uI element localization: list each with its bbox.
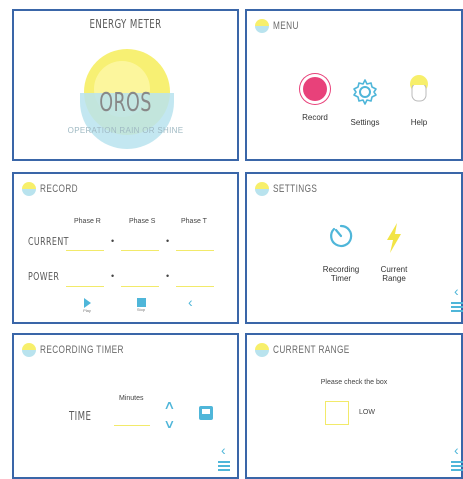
oros-logo-icon	[255, 19, 269, 33]
save-button[interactable]	[199, 406, 213, 420]
power-phase-t-field[interactable]	[176, 286, 214, 287]
settings-item-recording-timer[interactable]: Recording Timer	[311, 222, 371, 283]
minutes-input[interactable]	[114, 425, 150, 426]
record-header: RECORD	[22, 182, 91, 196]
play-button[interactable]: Play	[78, 298, 96, 313]
phase-s-label: Phase S	[129, 218, 156, 225]
settings-item-label-line1: Current	[380, 265, 408, 274]
gear-icon	[353, 79, 377, 105]
separator-dot: •	[111, 271, 115, 281]
separator-dot: •	[166, 236, 170, 246]
current-range-header: CURRENT RANGE	[255, 343, 375, 357]
menu-panel: MENU Record Settings Help	[245, 9, 463, 161]
menu-item-label: Settings	[350, 118, 380, 127]
menu-header: MENU	[255, 19, 307, 33]
settings-header: SETTINGS	[255, 182, 332, 196]
oros-logo-icon	[255, 182, 269, 196]
power-row-label: POWER	[28, 270, 60, 283]
lightning-icon	[387, 223, 401, 253]
stop-label: Stop	[136, 307, 146, 312]
timer-icon	[330, 224, 353, 248]
increment-button[interactable]: ∧	[163, 398, 175, 412]
separator-dot: •	[111, 236, 115, 246]
menu-item-help[interactable]: Help	[399, 73, 439, 127]
recording-timer-header: RECORDING TIMER	[22, 343, 152, 357]
back-chevron-icon[interactable]: ‹	[454, 284, 459, 298]
settings-panel: SETTINGS Recording Timer Current Range ‹	[245, 172, 463, 324]
decrement-button[interactable]: ∨	[163, 417, 175, 431]
oros-logo-icon	[255, 343, 269, 357]
minutes-label: Minutes	[119, 395, 144, 402]
back-chevron-icon[interactable]: ‹	[454, 443, 459, 457]
current-phase-s-field[interactable]	[121, 250, 159, 251]
instruction-text: Please check the box	[320, 379, 388, 386]
tagline: OPERATION RAIN OR SHINE	[67, 126, 184, 135]
power-phase-s-field[interactable]	[121, 286, 159, 287]
current-range-panel: CURRENT RANGE Please check the box LOW ‹	[245, 333, 463, 479]
phase-t-label: Phase T	[181, 218, 207, 225]
record-panel: RECORD Phase R Phase S Phase T CURRENT •…	[12, 172, 239, 324]
save-icon	[202, 409, 210, 414]
back-chevron-icon[interactable]: ‹	[188, 295, 193, 309]
menu-item-record[interactable]: Record	[295, 77, 335, 122]
current-phase-r-field[interactable]	[66, 250, 104, 251]
power-phase-r-field[interactable]	[66, 286, 104, 287]
oros-logo-icon	[22, 343, 36, 357]
current-phase-t-field[interactable]	[176, 250, 214, 251]
record-title: RECORD	[40, 183, 79, 195]
settings-title: SETTINGS	[273, 183, 318, 195]
menu-item-label: Help	[410, 118, 428, 127]
oros-logo-icon	[22, 182, 36, 196]
time-label: TIME	[69, 409, 92, 423]
hamburger-menu-icon[interactable]	[218, 459, 230, 473]
energy-meter-panel: ENERGY METER OROS OPERATION RAIN OR SHIN…	[12, 9, 239, 161]
record-circle-icon	[303, 77, 327, 101]
energy-meter-title: ENERGY METER	[89, 17, 162, 31]
separator-dot: •	[166, 271, 170, 281]
play-label: Play	[83, 308, 91, 313]
low-checkbox[interactable]	[325, 401, 349, 425]
recording-timer-panel: RECORDING TIMER Minutes TIME ∧ ∨ ‹	[12, 333, 239, 479]
settings-item-label-line2: Timer	[330, 274, 352, 283]
phase-r-label: Phase R	[74, 218, 101, 225]
stop-icon	[136, 298, 146, 307]
oros-brand-text: OROS	[99, 88, 152, 118]
current-row-label: CURRENT	[28, 235, 69, 248]
play-icon	[83, 298, 91, 308]
menu-title: MENU	[273, 20, 299, 32]
hamburger-menu-icon[interactable]	[451, 300, 463, 314]
current-range-title: CURRENT RANGE	[273, 344, 350, 356]
menu-item-label: Record	[302, 113, 328, 122]
stop-button[interactable]: Stop	[132, 298, 150, 312]
low-option-label: LOW	[359, 409, 375, 416]
recording-timer-title: RECORDING TIMER	[40, 344, 124, 356]
back-chevron-icon[interactable]: ‹	[221, 443, 226, 457]
settings-item-label-line2: Range	[382, 274, 406, 283]
hamburger-menu-icon[interactable]	[451, 459, 463, 473]
lightbulb-icon	[410, 75, 428, 102]
menu-item-settings[interactable]: Settings	[345, 77, 385, 127]
settings-item-label-line1: Recording	[322, 265, 360, 274]
settings-item-current-range[interactable]: Current Range	[369, 222, 419, 283]
